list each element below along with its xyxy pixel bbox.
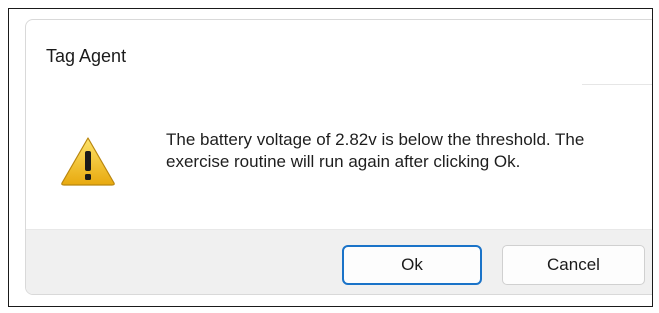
- dialog-titlebar[interactable]: Tag Agent: [26, 20, 652, 85]
- dialog-message: The battery voltage of 2.82v is below th…: [166, 130, 585, 171]
- dialog-title: Tag Agent: [46, 46, 127, 66]
- dialog-button-bar: Ok Cancel: [26, 229, 652, 294]
- message-dialog: Tag Agent The battery voltage of 2.82v i…: [25, 19, 652, 295]
- ok-button[interactable]: Ok: [342, 245, 482, 285]
- screenshot-frame: Tag Agent The battery voltage of 2.82v i…: [8, 8, 653, 307]
- dialog-content: The battery voltage of 2.82v is below th…: [26, 84, 652, 234]
- cancel-button[interactable]: Cancel: [502, 245, 645, 285]
- warning-icon: [61, 137, 115, 186]
